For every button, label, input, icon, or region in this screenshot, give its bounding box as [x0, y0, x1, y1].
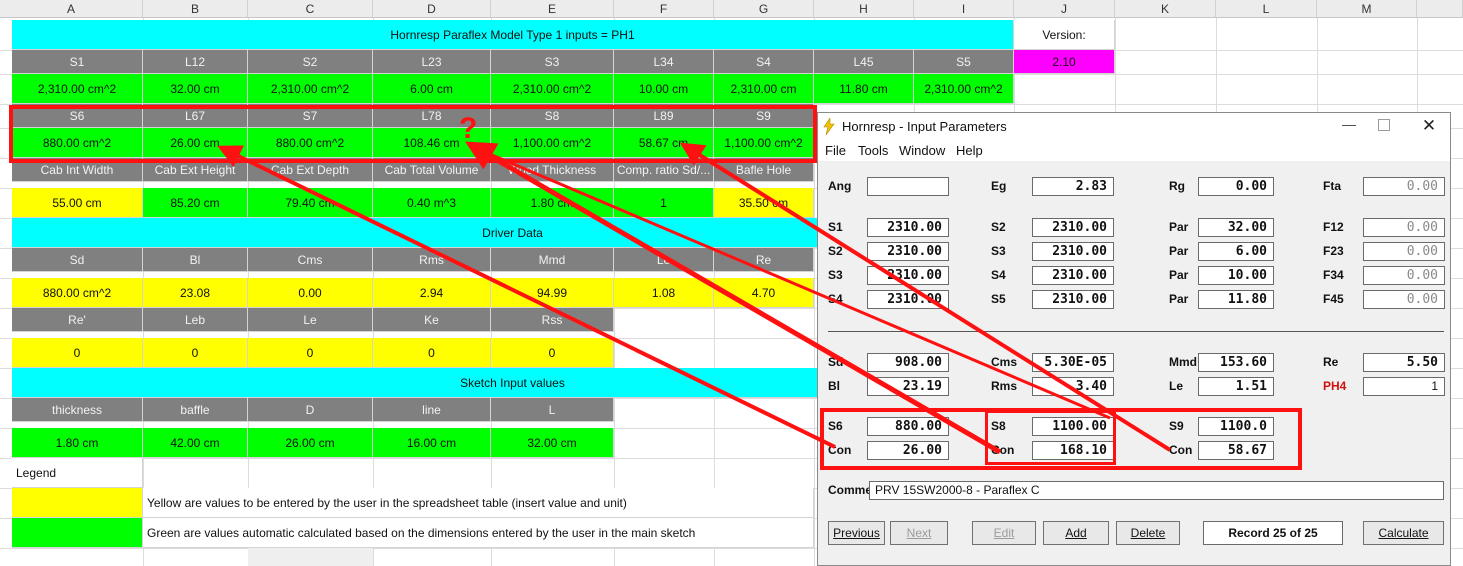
arrow-con-to-l67: [217, 145, 836, 449]
annotation-arrows: [217, 141, 1172, 455]
arrow-con-to-l78: [465, 141, 1002, 455]
arrow-s8-to-l78: [477, 147, 1111, 420]
arrow-con-to-l89: [679, 142, 1172, 452]
